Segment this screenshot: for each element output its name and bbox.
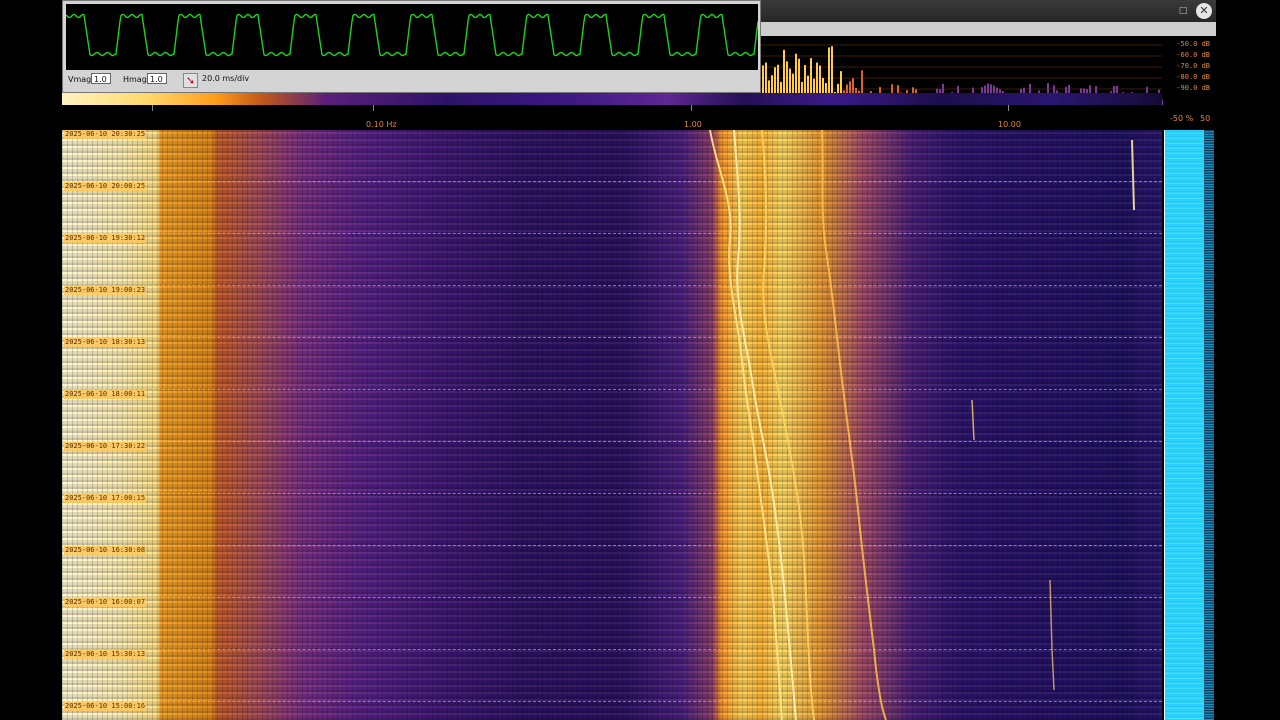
axis-tick	[373, 105, 374, 111]
timebase-label: 20.0 ms/div	[202, 74, 250, 83]
axis-tick	[1008, 105, 1009, 111]
timestamp-label: 2025-06-10 19:00:23	[64, 286, 147, 295]
oscilloscope-trace	[65, 13, 759, 57]
db-label: -90.0 dB	[1176, 84, 1210, 92]
spectrum-color-strip	[62, 93, 1162, 105]
oscilloscope-controls: Vmag 1.0 Hmag 1.0 ➘ 20.0 ms/div	[63, 70, 760, 92]
time-gridline	[62, 389, 1162, 390]
percent-bar-edge	[1204, 130, 1214, 720]
percent-panel: -50 % 50	[1162, 105, 1216, 720]
time-gridline	[62, 597, 1162, 598]
frequency-label: 10.00	[998, 120, 1021, 129]
frequency-label: 0.10 Hz	[366, 120, 397, 129]
timestamp-label: 2025-06-10 16:00:07	[64, 598, 147, 607]
time-gridline	[62, 701, 1162, 702]
trigger-arrow-icon[interactable]: ➘	[183, 73, 198, 88]
frequency-axis: 0.10 Hz 1.00 10.00	[62, 105, 1162, 130]
timestamp-label: 2025-06-10 17:30:22	[64, 442, 147, 451]
resonance-traces	[709, 130, 1135, 720]
percent-left-label: -50 %	[1170, 114, 1194, 123]
scope-waveform	[65, 13, 759, 57]
time-gridline	[62, 233, 1162, 234]
time-gridline	[62, 493, 1162, 494]
percent-right-label: 50	[1200, 114, 1211, 123]
percent-bar-baseline	[1164, 130, 1165, 720]
oscilloscope-plot	[65, 4, 759, 70]
vmag-label: Vmag	[68, 75, 92, 84]
timestamp-label: 2025-06-10 15:00:16	[64, 702, 147, 711]
time-gridline	[62, 649, 1162, 650]
oscilloscope-window[interactable]: Vmag 1.0 Hmag 1.0 ➘ 20.0 ms/div	[62, 0, 761, 93]
timestamp-label: 2025-06-10 16:30:08	[64, 546, 147, 555]
db-label: -60.0 dB	[1176, 51, 1210, 59]
frequency-label: 1.00	[684, 120, 702, 129]
db-label: -80.0 dB	[1176, 73, 1210, 81]
spectrogram-app-window: □ ✕ -50.0 dB -60.0 dB -70.0 dB -80.0 dB …	[62, 0, 1216, 720]
time-gridline	[62, 337, 1162, 338]
hmag-input[interactable]: 1.0	[147, 73, 167, 84]
time-gridline	[62, 181, 1162, 182]
axis-tick	[152, 105, 153, 111]
percent-header: -50 % 50	[1162, 105, 1216, 130]
timestamp-label: 2025-06-10 20:00:25	[64, 182, 147, 191]
time-gridline	[62, 285, 1162, 286]
timestamp-label: 2025-06-10 18:00:11	[64, 390, 147, 399]
axis-tick	[691, 105, 692, 111]
timestamp-label: 2025-06-10 17:00:15	[64, 494, 147, 503]
close-icon[interactable]: ✕	[1196, 3, 1212, 19]
time-gridline	[62, 441, 1162, 442]
vmag-input[interactable]: 1.0	[91, 73, 111, 84]
timestamp-label: 2025-06-10 19:30:12	[64, 234, 147, 243]
waterfall-spectrogram[interactable]: 2025-06-10 20:30:25 2025-06-10 20:00:25 …	[62, 130, 1162, 720]
hmag-label: Hmag	[123, 75, 147, 84]
db-label: -50.0 dB	[1176, 40, 1210, 48]
db-label: -70.0 dB	[1176, 62, 1210, 70]
time-gridline	[62, 545, 1162, 546]
timestamp-label: 2025-06-10 15:30:13	[64, 650, 147, 659]
timestamp-label: 2025-06-10 20:30:25	[64, 130, 147, 139]
percent-bar	[1164, 130, 1214, 720]
maximize-icon[interactable]: □	[1176, 4, 1190, 18]
timestamp-label: 2025-06-10 18:30:13	[64, 338, 147, 347]
